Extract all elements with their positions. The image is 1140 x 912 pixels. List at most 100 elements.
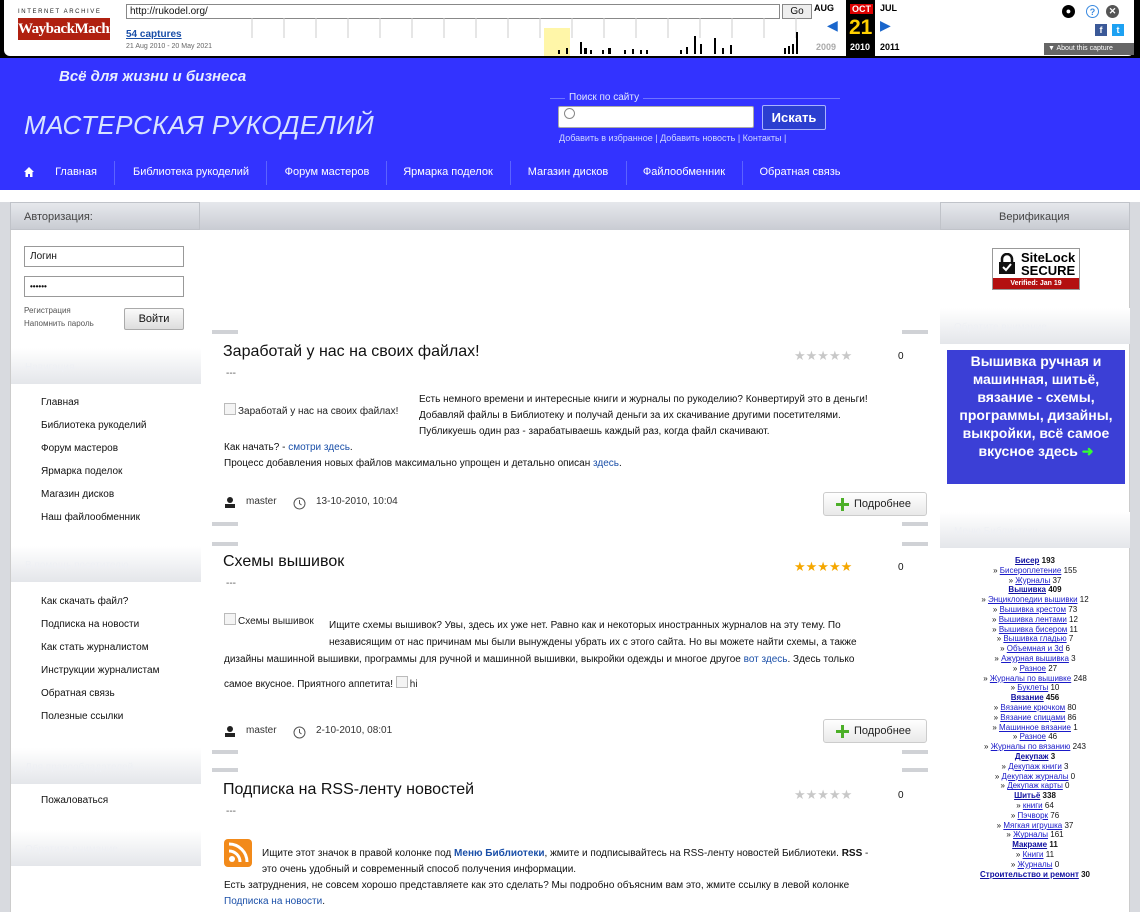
library-item-link[interactable]: Машинное вязание	[999, 723, 1071, 732]
library-item-link[interactable]: Декупаж журналы	[1002, 772, 1069, 781]
library-item-link[interactable]: Декупаж	[1015, 752, 1049, 761]
close-icon[interactable]: ✕	[1106, 5, 1119, 18]
login-button[interactable]: Войти	[124, 308, 184, 330]
search-button[interactable]: Искать	[762, 105, 826, 130]
library-item-link[interactable]: Вязание	[1011, 693, 1044, 702]
read-more-button[interactable]: Подробнее	[823, 492, 927, 516]
article-title[interactable]: Подписка на RSS-ленту новостей	[223, 781, 474, 799]
password-input[interactable]: ••••••	[24, 276, 184, 297]
library-item-link[interactable]: Пэчворк	[1017, 811, 1048, 820]
library-item-link[interactable]: Объемная и 3d	[1007, 644, 1064, 653]
rating-stars[interactable]: ★★★★★	[794, 787, 852, 803]
library-item-link[interactable]: Разное	[1020, 664, 1046, 673]
wayback-month-next[interactable]: JUL	[880, 3, 897, 13]
sidebar-item-home[interactable]: Главная	[41, 397, 79, 408]
remind-password-link[interactable]: Напомнить пароль	[24, 319, 94, 328]
register-link[interactable]: Регистрация	[24, 306, 71, 315]
nav-item-feedback[interactable]: Обратная связь	[744, 156, 856, 188]
sidebar-item-subscribe[interactable]: Подписка на новости	[41, 619, 139, 630]
article-author[interactable]: master	[246, 725, 277, 736]
nav-item-shop[interactable]: Магазин дисков	[512, 156, 624, 188]
library-item-link[interactable]: Журналы по вязанию	[991, 742, 1071, 751]
wayback-about-capture[interactable]: ▼ About this capture	[1044, 43, 1134, 55]
help-icon[interactable]: ?	[1086, 5, 1099, 18]
library-item-link[interactable]: Бисероплетение	[1000, 566, 1062, 575]
promo-banner[interactable]: Вышивка ручная и машинная, шитьё, вязани…	[947, 350, 1125, 484]
article-link[interactable]: смотри здесь	[288, 442, 350, 453]
article-author[interactable]: master	[246, 496, 277, 507]
sitelock-badge[interactable]: SiteLock SECURE Verified: Jan 19	[992, 248, 1080, 290]
article-title[interactable]: Заработай у нас на своих файлах!	[223, 343, 480, 361]
sidebar-item-instructions[interactable]: Инструкции журналистам	[41, 665, 159, 676]
nav-item-fair[interactable]: Ярмарка поделок	[388, 156, 508, 188]
twitter-icon[interactable]: t	[1112, 24, 1124, 36]
article-link[interactable]: вот здесь	[744, 654, 788, 665]
sidebar-item-complain[interactable]: Пожаловаться	[41, 795, 108, 806]
library-item-link[interactable]: Книги	[1023, 850, 1044, 859]
library-item-link[interactable]: Журналы	[1015, 576, 1050, 585]
wayback-url-input[interactable]: http://rukodel.org/	[126, 4, 780, 19]
library-item-link[interactable]: Строительство и ремонт	[980, 870, 1079, 879]
library-item-link[interactable]: Вышивка гладью	[1003, 634, 1066, 643]
article-title[interactable]: Схемы вышивок	[223, 553, 344, 571]
library-item-link[interactable]: Ажурная вышивка	[1001, 654, 1069, 663]
library-item-link[interactable]: Буклеты	[1017, 683, 1048, 692]
article-link[interactable]: Подписка на новости	[224, 896, 322, 907]
header-links[interactable]: Добавить в избранное | Добавить новость …	[559, 133, 786, 143]
facebook-icon[interactable]: f	[1095, 24, 1107, 36]
wayback-go-button[interactable]: Go	[782, 4, 812, 19]
sidebar-item-shop[interactable]: Магазин дисков	[41, 489, 114, 500]
library-item-link[interactable]: Шитьё	[1014, 791, 1040, 800]
article-link[interactable]: здесь	[593, 458, 619, 469]
rss-icon[interactable]	[224, 839, 252, 867]
library-item-link[interactable]: Вышивка	[1008, 585, 1046, 594]
wayback-year-next[interactable]: 2011	[880, 42, 900, 52]
verify-bar: Верификация	[940, 202, 1130, 230]
library-item-link[interactable]: Вязание крючком	[1000, 703, 1065, 712]
home-icon[interactable]	[23, 166, 35, 178]
rating-stars[interactable]: ★★★★★	[794, 559, 852, 575]
library-item-link[interactable]: книги	[1023, 801, 1043, 810]
library-item-link[interactable]: Журналы по вышивке	[990, 674, 1071, 683]
library-item-link[interactable]: Вышивка лентами	[999, 615, 1067, 624]
sidebar-item-forum[interactable]: Форум мастеров	[41, 443, 118, 454]
library-item-link[interactable]: Вышивка бисером	[999, 625, 1067, 634]
library-item-count: 86	[1065, 712, 1077, 722]
wayback-month-prev[interactable]: AUG	[814, 3, 834, 13]
wayback-prev-arrow-icon[interactable]: ◀	[827, 17, 838, 34]
nav-item-forum[interactable]: Форум мастеров	[268, 156, 386, 188]
search-input[interactable]	[558, 106, 754, 128]
wayback-logo[interactable]: WaybackMachine	[18, 18, 127, 40]
nav-item-home[interactable]: Главная	[40, 156, 112, 188]
library-item-link[interactable]: Журналы	[1013, 830, 1048, 839]
library-item-link[interactable]: Декупаж книги	[1008, 762, 1062, 771]
nav-item-library[interactable]: Библиотека рукоделий	[116, 156, 266, 188]
nav-item-fileshare[interactable]: Файлообменник	[628, 156, 740, 188]
sidebar-item-become-journalist[interactable]: Как стать журналистом	[41, 642, 149, 653]
wayback-capture-sparkline[interactable]	[236, 18, 816, 56]
library-item-link[interactable]: Бисер	[1015, 556, 1039, 565]
library-item-link[interactable]: Мягкая игрушка	[1003, 821, 1062, 830]
library-item-link[interactable]: Вышивка крестом	[1000, 605, 1067, 614]
article-link[interactable]: Меню Библиотеки	[454, 848, 544, 859]
rating-stars[interactable]: ★★★★★	[794, 348, 852, 364]
read-more-button[interactable]: Подробнее	[823, 719, 927, 743]
library-item-link[interactable]: Макраме	[1012, 840, 1047, 849]
login-input[interactable]: Логин	[24, 246, 184, 267]
site-title[interactable]: МАСТЕРСКАЯ РУКОДЕЛИЙ	[24, 110, 374, 141]
library-item-link[interactable]: Журналы	[1018, 860, 1053, 869]
library-item-link[interactable]: Вязание спицами	[1000, 713, 1065, 722]
sidebar-item-fileshare[interactable]: Наш файлообменник	[41, 512, 140, 523]
user-icon[interactable]: ●	[1062, 5, 1075, 18]
wayback-captures-link[interactable]: 54 captures	[126, 29, 182, 40]
sidebar-item-how-download[interactable]: Как скачать файл?	[41, 596, 128, 607]
sidebar-item-feedback[interactable]: Обратная связь	[41, 688, 115, 699]
library-item-link[interactable]: Разное	[1020, 732, 1046, 741]
sidebar-item-library[interactable]: Библиотека рукоделий	[41, 420, 147, 431]
sidebar-item-fair[interactable]: Ярмарка поделок	[41, 466, 122, 477]
library-item-link[interactable]: Декупаж карты	[1007, 781, 1063, 790]
wayback-next-arrow-icon[interactable]: ▶	[880, 17, 891, 34]
wayback-year-prev[interactable]: 2009	[816, 42, 836, 52]
library-item-link[interactable]: Энциклопедии вышивки	[988, 595, 1078, 604]
sidebar-item-useful-links[interactable]: Полезные ссылки	[41, 711, 123, 722]
